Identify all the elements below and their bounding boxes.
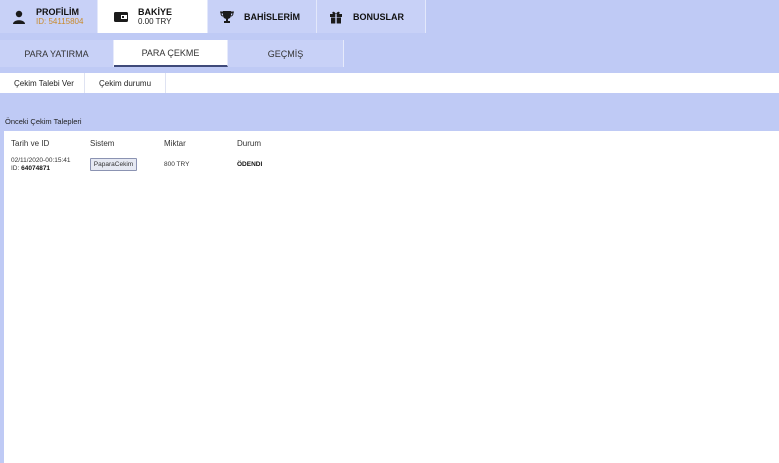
tab-deposit[interactable]: PARA YATIRMA: [0, 40, 114, 67]
section-title: Önceki Çekim Talepleri: [5, 117, 82, 126]
row-id-label: ID:: [11, 165, 20, 172]
payment-tabs: PARA YATIRMA PARA ÇEKME GEÇMİŞ: [0, 40, 344, 67]
row-date: 02/11/2020-00:15:41: [11, 157, 71, 164]
withdraw-sub-tabs: Çekim Talebi Ver Çekim durumu: [0, 73, 779, 93]
tab-withdraw[interactable]: PARA ÇEKME: [114, 40, 228, 67]
tab-bets[interactable]: BAHİSLERİM: [208, 0, 317, 33]
user-icon: [8, 6, 30, 28]
bets-title: BAHİSLERİM: [244, 11, 300, 22]
withdraw-history-table: Tarih ve ID Sistem Miktar Durum 02/11/20…: [4, 131, 779, 463]
column-header-date: Tarih ve ID: [11, 139, 50, 148]
row-system-badge: PaparaCekim: [90, 158, 137, 171]
gift-icon: [325, 6, 347, 28]
balance-value: 0.00 TRY: [138, 16, 172, 26]
row-id: 64074871: [21, 165, 51, 172]
tab-balance[interactable]: BAKİYE 0.00 TRY: [98, 0, 208, 33]
balance-title: BAKİYE: [138, 6, 173, 17]
row-date-id: 02/11/2020-00:15:41 ID: 64074871: [11, 157, 71, 173]
column-header-status: Durum: [237, 139, 262, 148]
tab-history[interactable]: GEÇMİŞ: [228, 40, 344, 67]
row-amount: 800 TRY: [164, 161, 190, 168]
tab-profile[interactable]: PROFİLİM ID: 54115804: [0, 0, 98, 33]
profile-id: ID: 54115804: [36, 16, 84, 26]
trophy-icon: [216, 6, 238, 28]
column-header-system: Sistem: [90, 139, 115, 148]
bonus-title: BONUSLAR: [353, 11, 404, 22]
column-header-amount: Miktar: [164, 139, 186, 148]
tab-bonus[interactable]: BONUSLAR: [317, 0, 426, 33]
tab-withdraw-status[interactable]: Çekim durumu: [85, 73, 166, 93]
row-status: ÖDENDI: [237, 161, 263, 168]
wallet-icon: [110, 6, 132, 28]
tab-withdraw-request[interactable]: Çekim Talebi Ver: [0, 73, 85, 93]
profile-title: PROFİLİM: [36, 6, 79, 17]
account-top-tabs: PROFİLİM ID: 54115804 BAKİYE 0.00 TRY BA…: [0, 0, 426, 33]
